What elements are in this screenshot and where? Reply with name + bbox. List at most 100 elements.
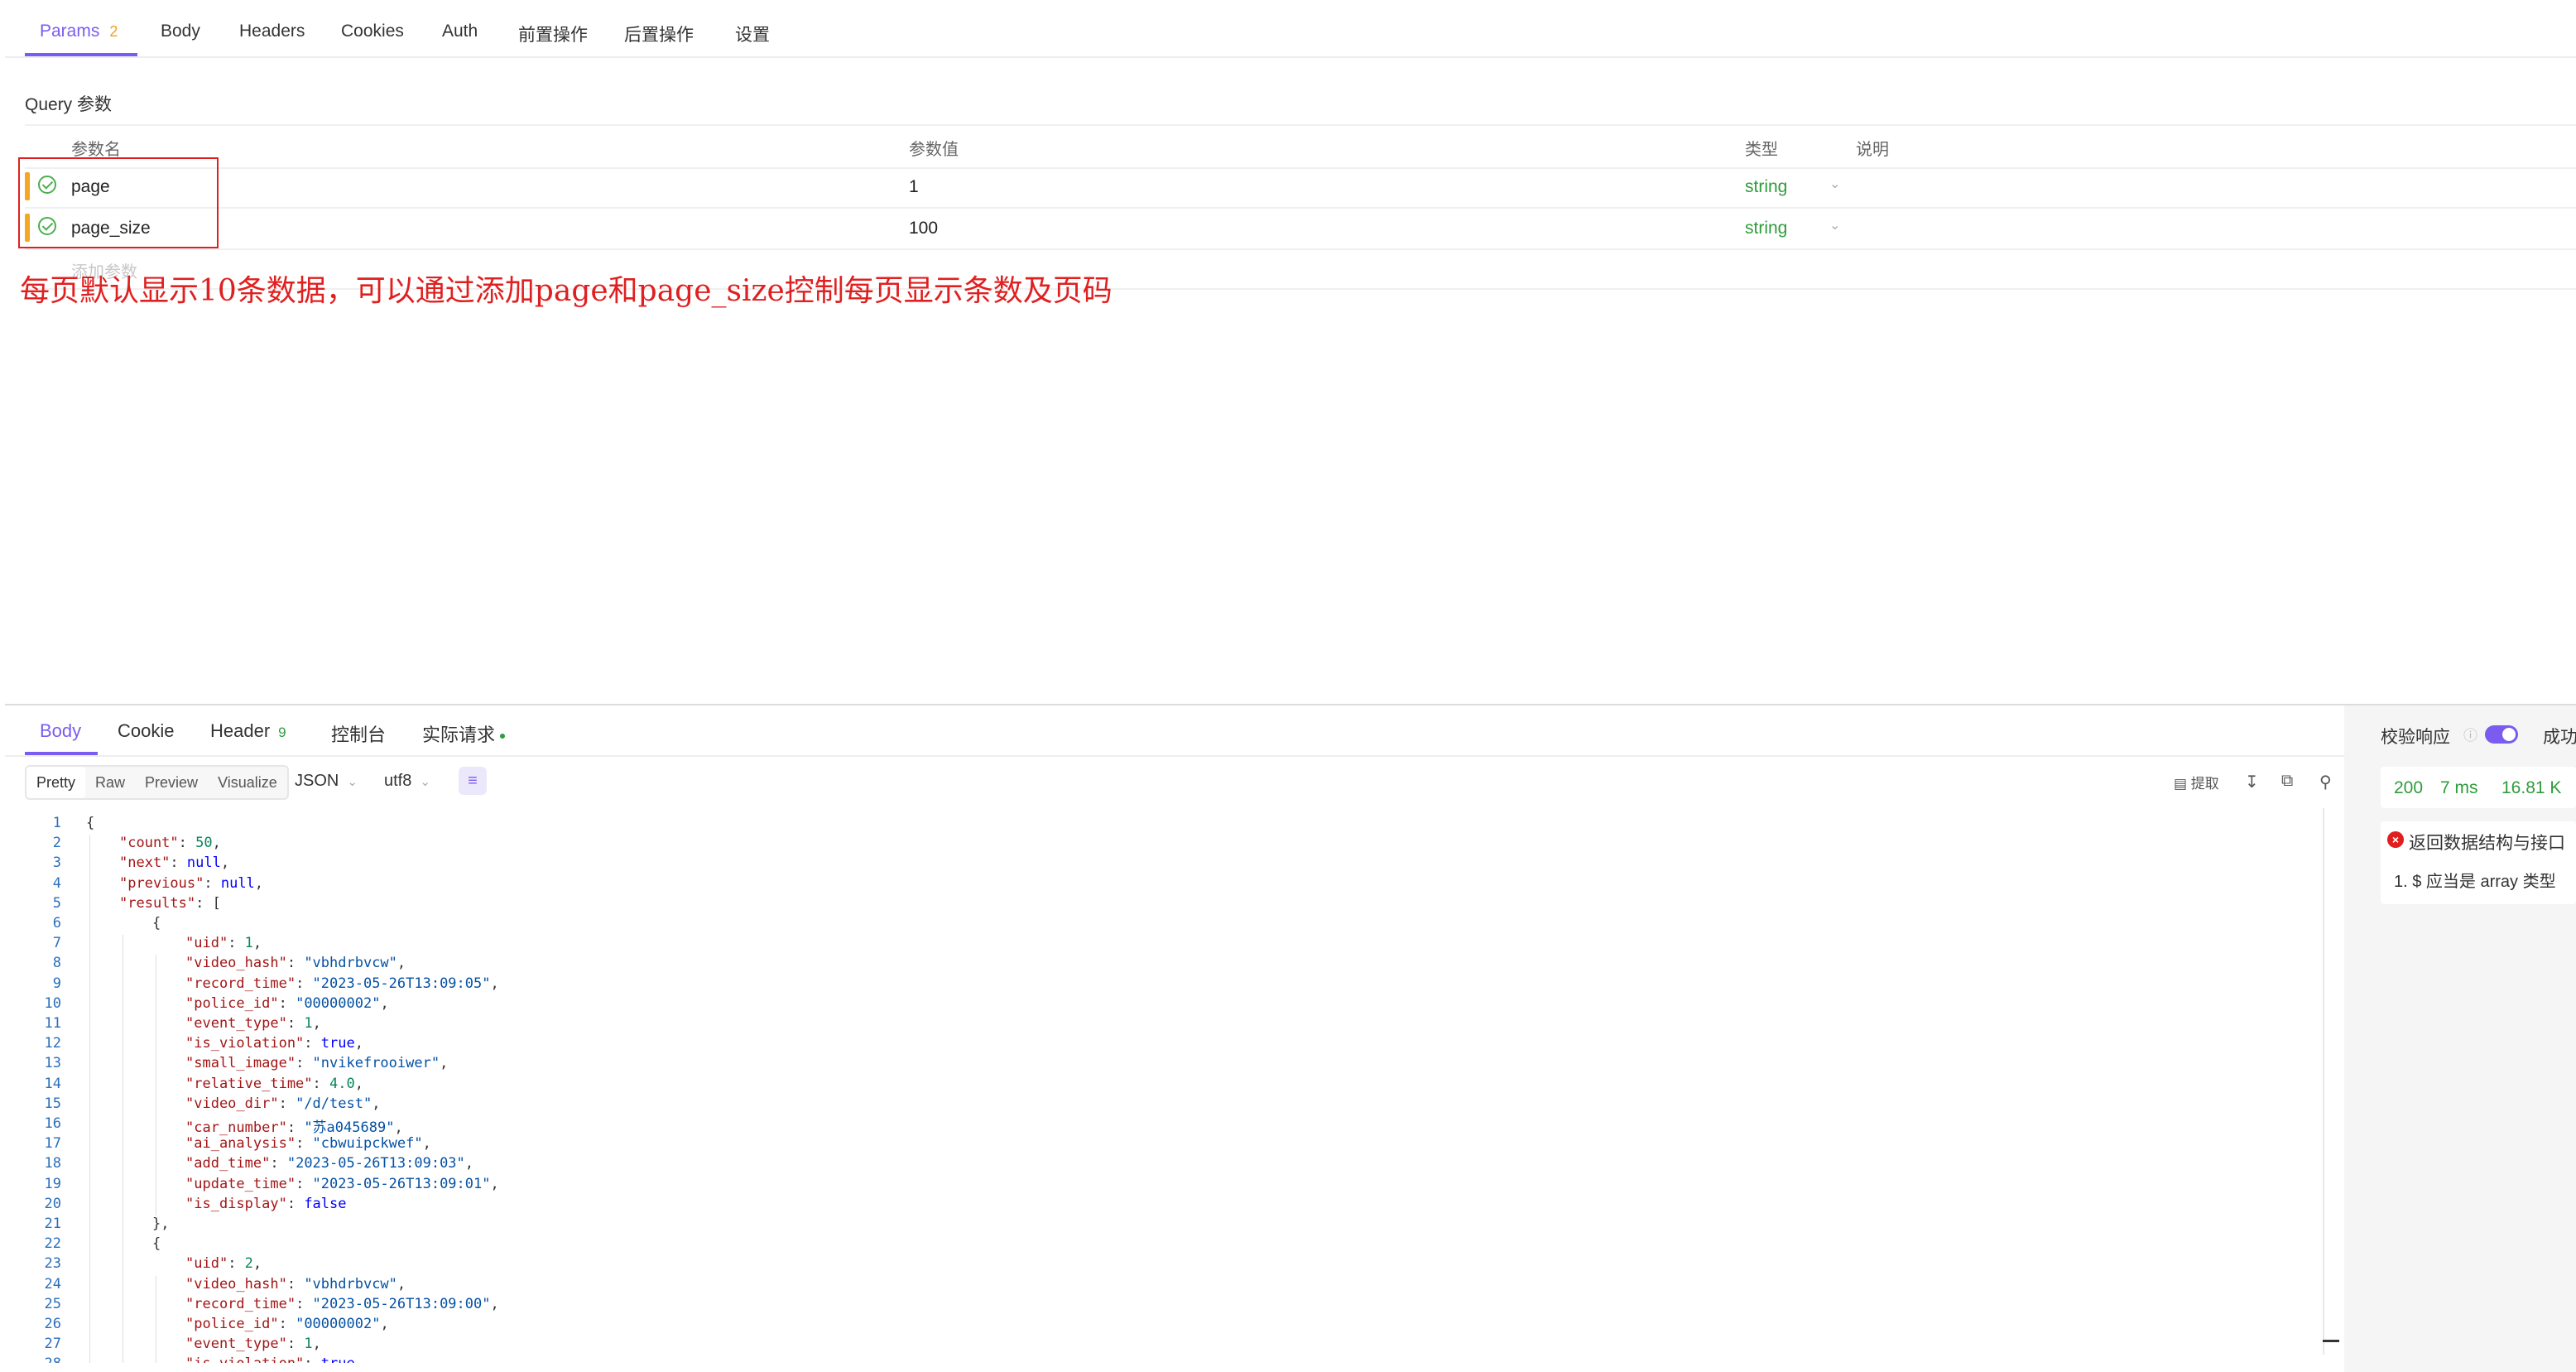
code-line: },	[152, 1216, 170, 1232]
code-line: "car_number": "苏a045689",	[185, 1119, 403, 1136]
line-number: 9	[52, 975, 61, 992]
tab-params-label: Params	[40, 22, 100, 41]
word-wrap-icon[interactable]: ≡	[459, 767, 487, 795]
params-count-badge: 2	[109, 23, 118, 40]
chevron-down-icon[interactable]: ⌄	[1829, 217, 1840, 233]
line-number: 13	[44, 1055, 61, 1072]
validation-label: 校验响应	[2381, 728, 2450, 747]
tab-headers[interactable]: Headers	[239, 22, 305, 41]
extract-icon: ▤	[2174, 776, 2188, 792]
format-select-value: JSON	[295, 772, 339, 790]
copy-icon[interactable]: ⧉	[2281, 772, 2293, 791]
tab-cookies[interactable]: Cookies	[341, 22, 404, 41]
code-line: {	[152, 1235, 161, 1253]
view-mode-raw[interactable]: Raw	[85, 767, 135, 798]
tab-body[interactable]: Body	[161, 22, 200, 41]
status-code: 200	[2394, 778, 2424, 797]
view-mode-preview[interactable]: Preview	[135, 767, 208, 798]
line-number: 8	[52, 955, 61, 972]
tab-pre-operations[interactable]: 前置操作	[518, 22, 588, 46]
chevron-down-icon: ⌄	[347, 775, 358, 789]
search-icon[interactable]: ⚲	[2319, 772, 2332, 792]
response-body-editor[interactable]: 1 {2 "count": 50, 3 "next": null, 4 "previous"…	[25, 808, 2334, 1363]
code-line: "event_type": 1,	[185, 1015, 321, 1032]
code-line: "ai_analysis": "cbwuipckwef",	[185, 1135, 431, 1153]
tab-response-body[interactable]: Body	[40, 720, 81, 742]
tab-actual-request[interactable]: 实际请求	[422, 720, 506, 747]
tab-params[interactable]: Params 2	[40, 22, 118, 41]
code-line: "update_time": "2023-05-26T13:09:01",	[185, 1175, 499, 1192]
param-value[interactable]: 100	[909, 219, 938, 238]
scrollbar-thumb[interactable]	[2323, 1340, 2339, 1342]
code-line: "next": null,	[119, 854, 230, 872]
tab-response-header[interactable]: Header 9	[210, 720, 286, 742]
extract-label: 提取	[2190, 776, 2219, 792]
param-type[interactable]: string	[1745, 177, 1787, 197]
header-count-badge: 9	[278, 725, 286, 740]
active-tab-indicator	[25, 752, 98, 755]
response-tab-bar: Body Cookie Header 9 控制台 实际请求	[5, 705, 2344, 757]
validate-toggle[interactable]	[2485, 725, 2518, 744]
param-type[interactable]: string	[1745, 219, 1787, 238]
code-line: "video_hash": "vbhdrbvcw",	[185, 955, 406, 972]
code-line: "is_display": false	[185, 1195, 347, 1212]
view-mode-visualize[interactable]: Visualize	[208, 767, 287, 798]
save-icon[interactable]: ↧	[2245, 772, 2259, 792]
code-line: {	[152, 915, 161, 932]
line-number: 1	[52, 815, 61, 831]
code-line: "uid": 2,	[185, 1255, 262, 1273]
line-number: 2	[52, 835, 61, 852]
line-number: 10	[44, 994, 61, 1012]
line-number: 14	[44, 1075, 61, 1092]
tab-settings[interactable]: 设置	[735, 22, 770, 46]
line-number: 19	[44, 1175, 61, 1192]
line-number: 5	[52, 894, 61, 912]
code-line: "event_type": 1,	[185, 1336, 321, 1353]
extract-button[interactable]: ▤ 提取	[2174, 772, 2219, 792]
table-row: page_size 100 string ⌄	[25, 209, 2576, 250]
tab-auth[interactable]: Auth	[442, 22, 478, 41]
chevron-down-icon[interactable]: ⌄	[1829, 176, 1840, 192]
query-params-title: Query 参数	[25, 95, 113, 114]
line-number: 22	[44, 1235, 61, 1253]
line-number: 26	[44, 1316, 61, 1332]
format-select[interactable]: JSON ⌄	[295, 772, 358, 791]
validation-error-box: × 返回数据结构与接口 1. $ 应当是 array 类型	[2381, 821, 2576, 904]
view-mode-pretty[interactable]: Pretty	[26, 767, 86, 798]
scrollbar[interactable]	[2323, 808, 2324, 1355]
col-param-desc: 说明	[1856, 141, 1889, 159]
code-line: {	[86, 815, 95, 831]
col-param-name: 参数名	[71, 141, 121, 159]
code-line: "add_time": "2023-05-26T13:09:03",	[185, 1155, 474, 1172]
active-tab-indicator	[25, 53, 137, 56]
chevron-down-icon: ⌄	[420, 775, 430, 789]
response-time: 7 ms	[2440, 778, 2478, 797]
line-number: 15	[44, 1095, 61, 1112]
error-title: 返回数据结构与接口	[2409, 834, 2565, 853]
help-icon[interactable]: ⓘ	[2463, 724, 2477, 744]
line-number: 23	[44, 1255, 61, 1273]
indent-guide	[89, 835, 90, 1363]
response-size: 16.81 K	[2502, 778, 2562, 797]
code-line: "previous": null,	[119, 874, 264, 892]
line-number: 18	[44, 1155, 61, 1172]
encoding-select[interactable]: utf8 ⌄	[384, 772, 430, 791]
line-number: 21	[44, 1216, 61, 1232]
tab-post-operations[interactable]: 后置操作	[624, 22, 694, 46]
code-line: "small_image": "nvikefrooiwer",	[185, 1055, 449, 1072]
code-line: "video_dir": "/d/test",	[185, 1095, 381, 1112]
param-value[interactable]: 1	[909, 177, 919, 197]
tab-response-cookie[interactable]: Cookie	[118, 720, 174, 742]
code-line: "record_time": "2023-05-26T13:09:00",	[185, 1295, 499, 1312]
status-dot	[500, 734, 506, 739]
code-line: "record_time": "2023-05-26T13:09:05",	[185, 975, 499, 992]
tab-actual-request-label: 实际请求	[422, 725, 496, 745]
line-number: 11	[44, 1015, 61, 1032]
code-line: "uid": 1,	[185, 935, 262, 952]
error-detail: 1. $ 应当是 array 类型	[2394, 873, 2556, 891]
validation-result: 成功	[2543, 728, 2576, 747]
tab-console[interactable]: 控制台	[331, 720, 386, 747]
line-number: 28	[25, 1355, 61, 1363]
code-line: "count": 50,	[119, 835, 221, 852]
annotation-highlight-box	[18, 157, 219, 248]
